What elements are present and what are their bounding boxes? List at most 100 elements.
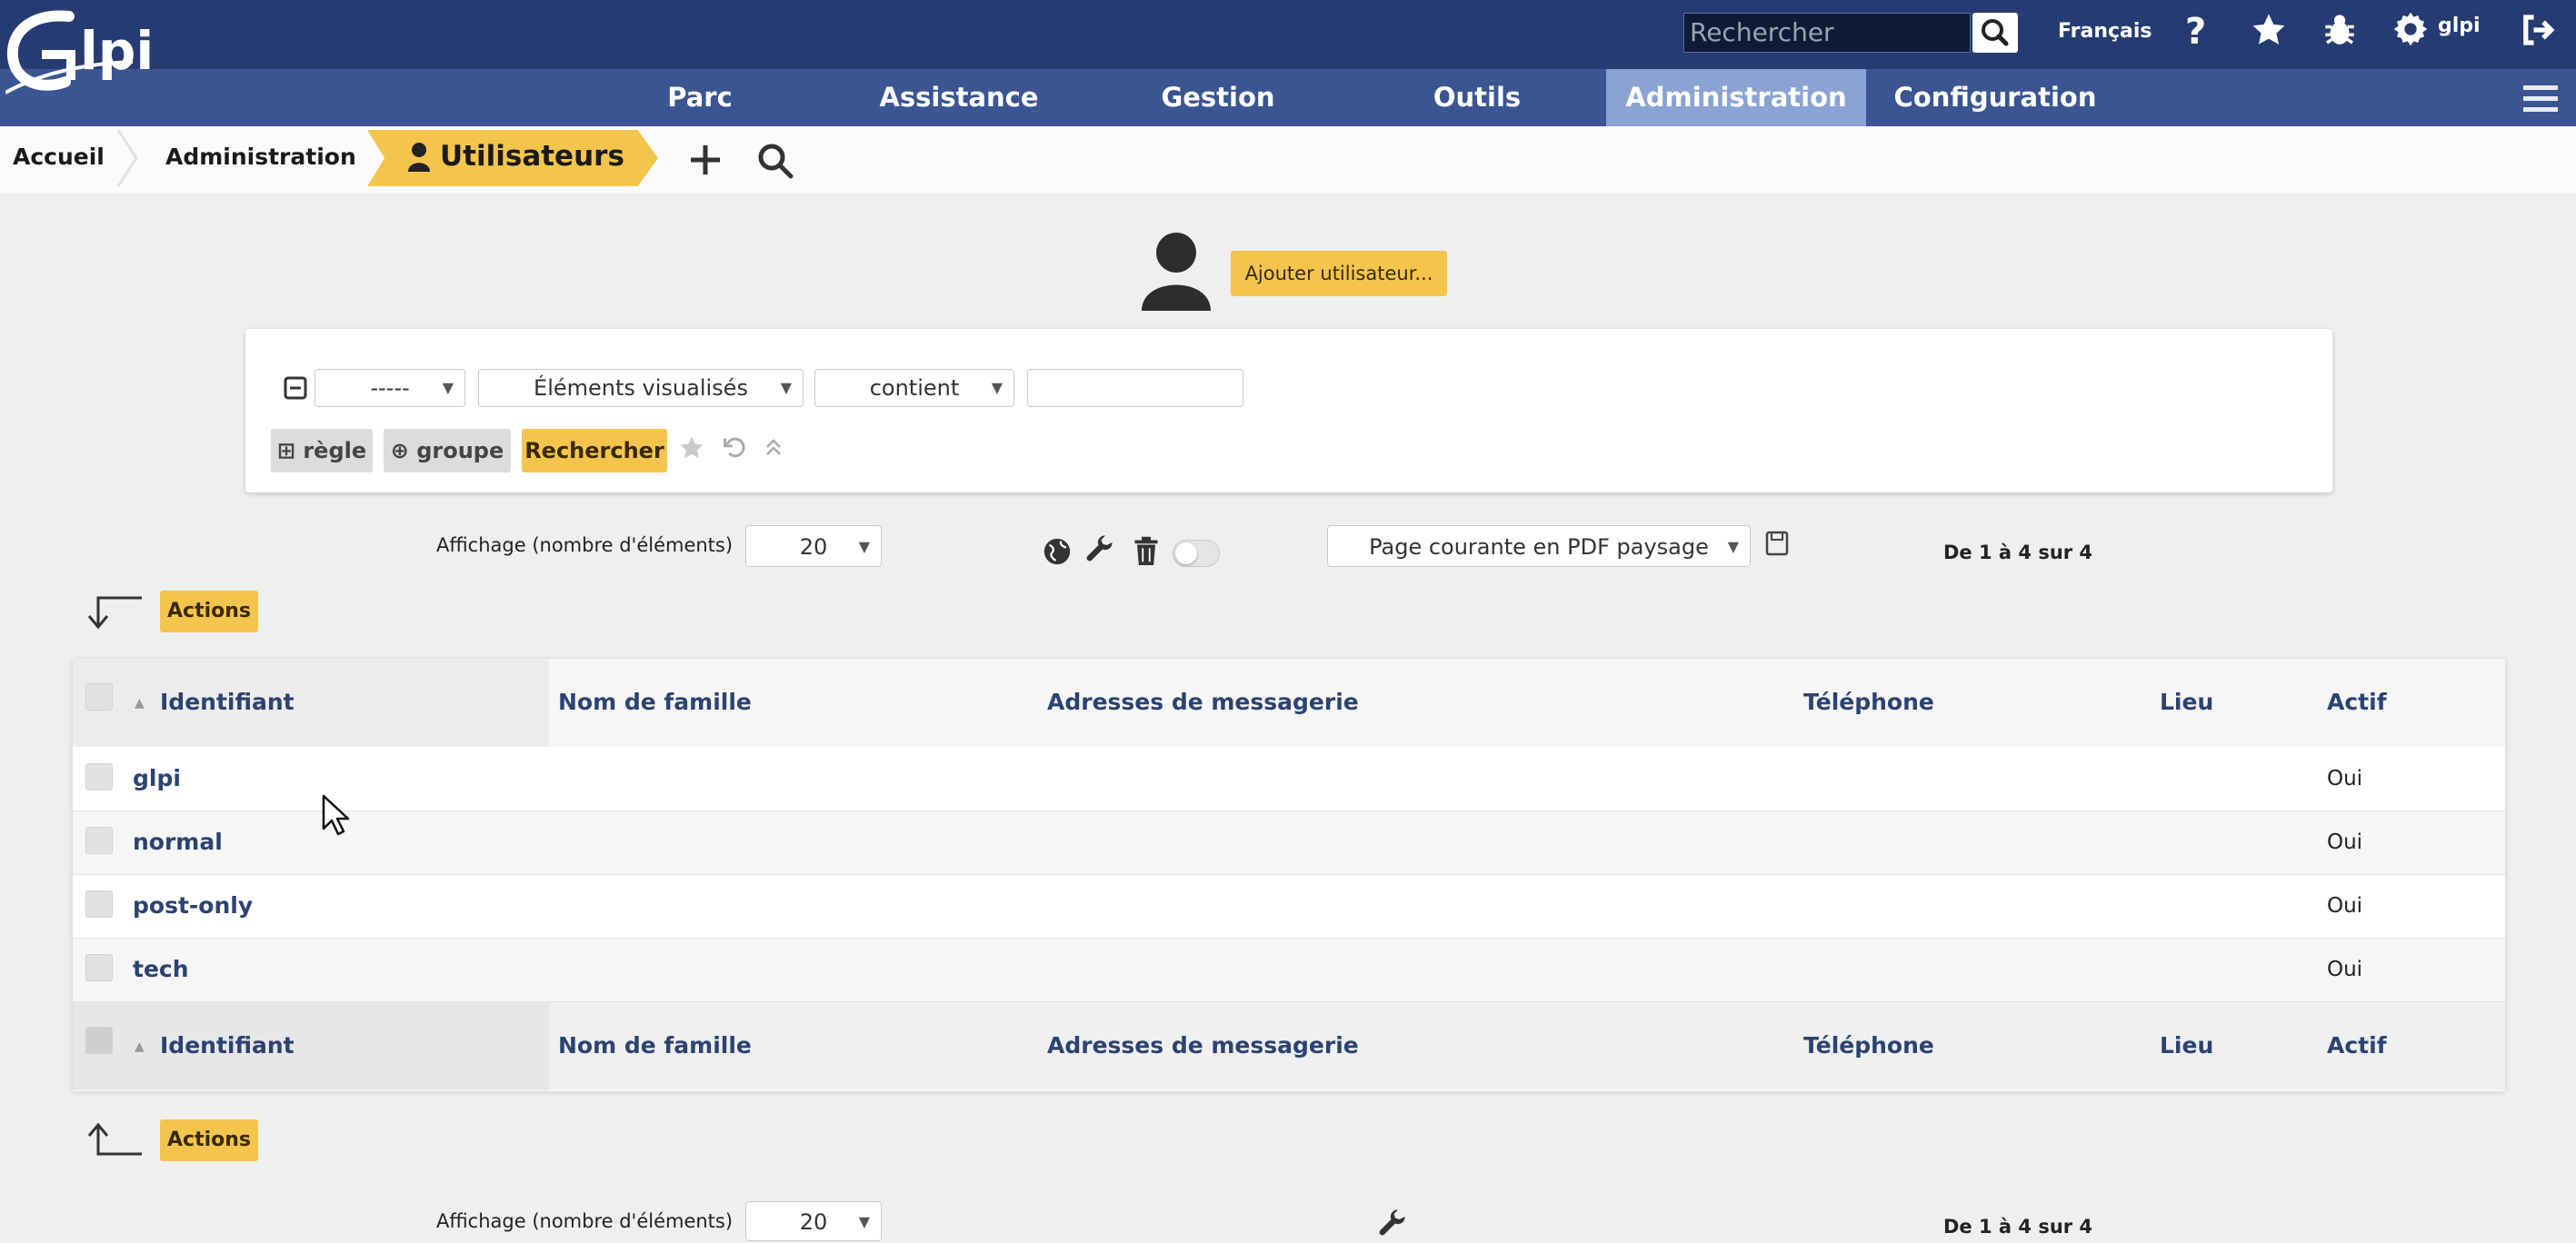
add-group-button[interactable]: ⊕ groupe	[384, 429, 511, 472]
criteria-value-input[interactable]	[1027, 369, 1243, 407]
display-count-select[interactable]: 20 ▼	[745, 525, 882, 567]
bug-icon[interactable]	[2321, 11, 2359, 53]
row-login-link[interactable]: post-only	[133, 892, 253, 919]
add-rule-button[interactable]: ⊞ règle	[271, 429, 373, 472]
criteria-field-select[interactable]: ----- ▼	[315, 369, 465, 407]
display-count-label-bottom: Affichage (nombre d'éléments)	[436, 1210, 734, 1232]
star-icon[interactable]	[2250, 11, 2288, 53]
svg-text:lpi: lpi	[80, 20, 154, 82]
help-icon[interactable]: ?	[2182, 9, 2214, 55]
search-icon	[1982, 19, 2009, 46]
trash-icon[interactable]	[1133, 536, 1160, 571]
search-submit-button[interactable]: Rechercher	[522, 429, 667, 472]
gear-icon[interactable]	[2392, 11, 2429, 51]
row-active: Oui	[2327, 894, 2363, 918]
plus-square-icon: ⊞	[276, 438, 295, 463]
export-format-select[interactable]: Page courante en PDF paysage ▼	[1327, 525, 1751, 567]
display-count-label: Affichage (nombre d'éléments)	[436, 534, 734, 556]
pagination-info-bottom: De 1 à 4 sur 4	[1943, 1216, 2093, 1238]
footer-telephone[interactable]: Téléphone	[1803, 1032, 1934, 1059]
bookmark-star-icon[interactable]	[678, 434, 705, 465]
svg-text:?: ?	[2185, 11, 2206, 51]
menu-outils[interactable]: Outils	[1409, 69, 1545, 126]
table-row[interactable]	[73, 747, 2505, 810]
operator-select[interactable]: contient ▼	[814, 369, 1014, 407]
user-avatar-icon	[1138, 231, 1214, 316]
logout-icon[interactable]	[2518, 11, 2556, 53]
header-lieu[interactable]: Lieu	[2160, 689, 2213, 715]
arrow-down-left-icon	[87, 594, 145, 634]
row-checkbox[interactable]	[85, 827, 113, 854]
operator-value: contient	[869, 375, 960, 401]
table-row[interactable]	[73, 874, 2505, 938]
header-identifiant[interactable]: Identifiant	[160, 689, 295, 715]
display-count-select-bottom[interactable]: 20 ▼	[745, 1201, 882, 1241]
sort-asc-icon: ▲	[135, 1039, 145, 1054]
table-row[interactable]	[73, 938, 2505, 1001]
menu-parc[interactable]: Parc	[636, 69, 764, 126]
export-save-icon[interactable]	[1765, 531, 1789, 560]
row-checkbox[interactable]	[85, 763, 113, 791]
toggle-switch[interactable]	[1173, 540, 1220, 567]
actions-button-bottom[interactable]: Actions	[160, 1119, 258, 1161]
add-rule-label: règle	[303, 438, 367, 463]
footer-lieu[interactable]: Lieu	[2160, 1032, 2213, 1059]
export-format-value: Page courante en PDF paysage	[1369, 534, 1709, 560]
hamburger-menu-icon[interactable]	[2523, 82, 2558, 118]
collapse-criteria-icon[interactable]	[284, 376, 307, 403]
wrench-icon[interactable]	[1083, 534, 1116, 571]
search-icon[interactable]	[756, 142, 794, 184]
header-nom-de-famille[interactable]: Nom de famille	[558, 689, 752, 715]
actions-button-top[interactable]: Actions	[160, 591, 258, 632]
row-active: Oui	[2327, 767, 2363, 791]
breadcrumb-home[interactable]: Accueil	[13, 126, 105, 187]
header-telephone[interactable]: Téléphone	[1803, 689, 1934, 715]
menu-administration[interactable]: Administration	[1606, 69, 1866, 126]
criteria-field-value: -----	[370, 375, 410, 401]
user-icon	[407, 142, 431, 176]
reset-icon[interactable]	[722, 434, 747, 463]
criteria-type-value: Éléments visualisés	[534, 375, 748, 401]
select-all-checkbox-bottom[interactable]	[85, 1027, 113, 1054]
arrow-up-left-icon	[87, 1121, 145, 1161]
footer-nom-de-famille[interactable]: Nom de famille	[558, 1032, 752, 1059]
sort-asc-icon: ▲	[135, 696, 145, 711]
row-login-link[interactable]: tech	[133, 956, 189, 982]
mouse-cursor-icon	[322, 794, 351, 840]
user-menu[interactable]: glpi	[2438, 15, 2481, 37]
breadcrumb-administration[interactable]: Administration	[165, 126, 356, 187]
header-actif[interactable]: Actif	[2327, 689, 2387, 715]
search-button[interactable]	[1972, 13, 2018, 53]
header-adresses-messagerie[interactable]: Adresses de messagerie	[1047, 689, 1359, 715]
criteria-type-select[interactable]: Éléments visualisés ▼	[478, 369, 804, 407]
row-login-link[interactable]: glpi	[133, 765, 181, 791]
global-search-input[interactable]: Rechercher	[1683, 13, 1971, 53]
breadcrumb-current-label: Utilisateurs	[440, 140, 624, 173]
glpi-logo[interactable]: lpi	[5, 9, 178, 109]
menu-gestion[interactable]: Gestion	[1145, 69, 1291, 126]
display-count-value: 20	[799, 534, 828, 560]
language-selector[interactable]: Français	[2058, 20, 2152, 43]
row-checkbox[interactable]	[85, 890, 113, 918]
menu-assistance[interactable]: Assistance	[864, 69, 1054, 126]
row-login-link[interactable]: normal	[133, 829, 223, 855]
table-row[interactable]	[73, 810, 2505, 874]
select-all-checkbox[interactable]	[85, 683, 113, 711]
add-group-label: groupe	[416, 438, 504, 463]
display-count-value-bottom: 20	[799, 1209, 828, 1235]
add-user-button[interactable]: Ajouter utilisateur...	[1231, 251, 1447, 296]
row-checkbox[interactable]	[85, 954, 113, 981]
toggle-knob	[1175, 542, 1197, 564]
menu-configuration[interactable]: Configuration	[1882, 69, 2109, 126]
footer-identifiant[interactable]: Identifiant	[160, 1032, 295, 1059]
pagination-info: De 1 à 4 sur 4	[1943, 542, 2093, 563]
fold-search-icon[interactable]	[764, 436, 784, 462]
row-active: Oui	[2327, 830, 2363, 854]
add-icon[interactable]	[687, 142, 724, 182]
breadcrumb-separator-icon	[116, 129, 138, 190]
footer-adresses-messagerie[interactable]: Adresses de messagerie	[1047, 1032, 1359, 1059]
footer-actif[interactable]: Actif	[2327, 1032, 2387, 1059]
plus-circle-icon: ⊕	[390, 438, 409, 463]
globe-icon[interactable]	[1042, 536, 1073, 571]
wrench-icon-bottom[interactable]	[1376, 1208, 1409, 1243]
